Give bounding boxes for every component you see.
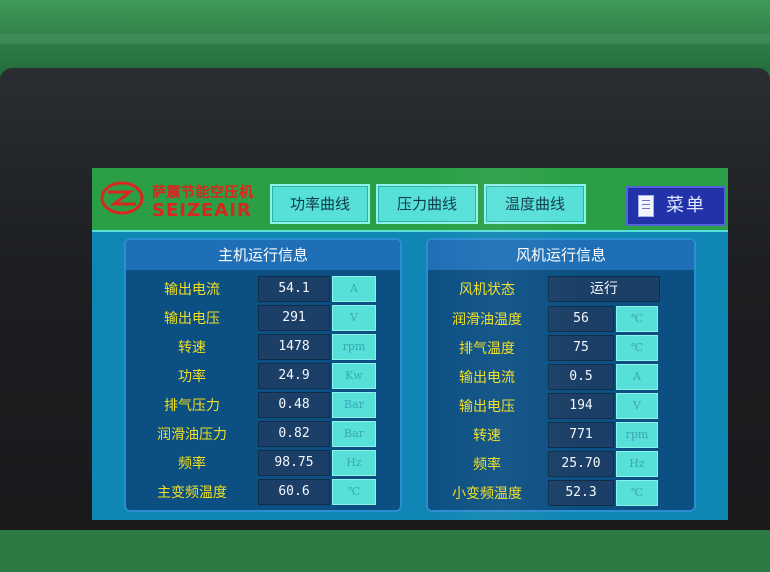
fan-panel: 风机运行信息 风机状态 运行 润滑油温度 56 ℃ 排气温度 75 ℃ 输出电流…	[426, 238, 696, 512]
fan-row-value: 0.5	[548, 364, 614, 390]
fan-row-value: 52.3	[548, 480, 614, 506]
cabinet-surface	[0, 530, 770, 572]
main-row-unit: Bar	[332, 392, 376, 418]
main-row-unit: V	[332, 305, 376, 331]
main-row-label: 输出电流	[164, 282, 220, 298]
main-row-unit: rpm	[332, 334, 376, 360]
logo-mark-icon	[100, 181, 144, 215]
main-row-label: 转速	[178, 340, 206, 356]
main-row-speed: 转速 1478 rpm	[126, 334, 400, 362]
main-row-power: 功率 24.9 Kw	[126, 363, 400, 391]
fan-row-value: 25.70	[548, 451, 614, 477]
fan-row-label: 小变频温度	[452, 486, 522, 502]
fan-status-label: 风机状态	[459, 282, 515, 298]
main-row-label: 输出电压	[164, 311, 220, 327]
header-divider	[92, 230, 728, 232]
fan-row-unit: rpm	[616, 422, 658, 448]
main-row-exhaust-pressure: 排气压力 0.48 Bar	[126, 392, 400, 420]
main-row-frequency: 频率 98.75 Hz	[126, 450, 400, 478]
fan-row-unit: ℃	[616, 335, 658, 361]
fan-row-value: 56	[548, 306, 614, 332]
fan-row-label: 润滑油温度	[452, 312, 522, 328]
fan-row-frequency: 频率 25.70 Hz	[428, 451, 694, 479]
fan-row-voltage: 输出电压 194 V	[428, 393, 694, 421]
main-row-unit: A	[332, 276, 376, 302]
main-row-inverter-temp: 主变频温度 60.6 ℃	[126, 479, 400, 507]
fan-row-oil-temp: 润滑油温度 56 ℃	[428, 306, 694, 334]
logo-english-text: SEIZEAIR	[152, 200, 252, 221]
pressure-curve-button[interactable]: 压力曲线	[376, 184, 478, 224]
fan-row-exhaust-temp: 排气温度 75 ℃	[428, 335, 694, 363]
fan-row-unit: Hz	[616, 451, 658, 477]
main-row-voltage: 输出电压 291 V	[126, 305, 400, 333]
power-curve-button[interactable]: 功率曲线	[270, 184, 370, 224]
fan-row-current: 输出电流 0.5 A	[428, 364, 694, 392]
main-row-unit: Hz	[332, 450, 376, 476]
company-logo: 萨震节能空压机 SEIZEAIR	[98, 174, 260, 224]
fan-row-label: 频率	[473, 457, 501, 473]
main-row-unit: ℃	[332, 479, 376, 505]
header-bar: 萨震节能空压机 SEIZEAIR 功率曲线 压力曲线 温度曲线 菜单	[92, 168, 728, 230]
main-panel-title: 主机运行信息	[126, 240, 400, 270]
fan-row-label: 输出电压	[459, 399, 515, 415]
main-row-value: 0.48	[258, 392, 330, 418]
menu-label: 菜单	[666, 195, 706, 216]
wall-band	[0, 34, 770, 44]
main-row-label: 主变频温度	[157, 485, 227, 501]
fan-row-value: 75	[548, 335, 614, 361]
fan-row-unit: ℃	[616, 480, 658, 506]
main-row-value: 291	[258, 305, 330, 331]
temperature-curve-button[interactable]: 温度曲线	[484, 184, 586, 224]
hmi-screen: 萨震节能空压机 SEIZEAIR 功率曲线 压力曲线 温度曲线 菜单 主机运行信…	[92, 168, 728, 520]
fan-panel-title: 风机运行信息	[428, 240, 694, 270]
fan-row-speed: 转速 771 rpm	[428, 422, 694, 450]
main-row-value: 54.1	[258, 276, 330, 302]
fan-status-value: 运行	[548, 276, 660, 302]
main-row-value: 0.82	[258, 421, 330, 447]
main-row-value: 24.9	[258, 363, 330, 389]
main-row-value: 60.6	[258, 479, 330, 505]
main-row-unit: Kw	[332, 363, 376, 389]
main-row-label: 排气压力	[164, 398, 220, 414]
fan-row-unit: V	[616, 393, 658, 419]
main-row-value: 1478	[258, 334, 330, 360]
main-row-current: 输出电流 54.1 A	[126, 276, 400, 304]
main-row-label: 功率	[178, 369, 206, 385]
main-row-label: 频率	[178, 456, 206, 472]
fan-row-label: 转速	[473, 428, 501, 444]
fan-row-unit: ℃	[616, 306, 658, 332]
main-row-oil-pressure: 润滑油压力 0.82 Bar	[126, 421, 400, 449]
main-row-unit: Bar	[332, 421, 376, 447]
fan-row-value: 194	[548, 393, 614, 419]
menu-button[interactable]: 菜单	[626, 186, 726, 226]
main-row-value: 98.75	[258, 450, 330, 476]
fan-row-unit: A	[616, 364, 658, 390]
logo-chinese-text: 萨震节能空压机	[152, 185, 254, 201]
fan-row-label: 输出电流	[459, 370, 515, 386]
fan-row-label: 排气温度	[459, 341, 515, 357]
main-machine-panel: 主机运行信息 输出电流 54.1 A 输出电压 291 V 转速 1478 rp…	[124, 238, 402, 512]
fan-row-inverter-temp: 小变频温度 52.3 ℃	[428, 480, 694, 508]
fan-row-value: 771	[548, 422, 614, 448]
fan-row-status: 风机状态 运行	[428, 276, 694, 304]
document-icon	[638, 195, 654, 217]
main-row-label: 润滑油压力	[157, 427, 227, 443]
